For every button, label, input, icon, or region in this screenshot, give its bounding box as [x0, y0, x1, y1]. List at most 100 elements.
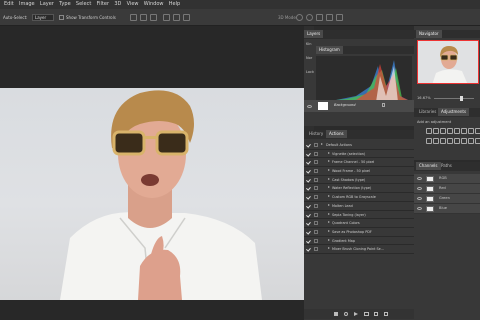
- gradient-map-icon[interactable]: [468, 138, 474, 144]
- dialog-toggle-icon[interactable]: [314, 177, 318, 182]
- trash-icon[interactable]: [384, 312, 388, 316]
- visibility-eye-icon[interactable]: [307, 105, 312, 108]
- 3d-rotate-icon[interactable]: [296, 14, 303, 21]
- action-toggle-checkmark-icon[interactable]: [306, 143, 310, 147]
- action-toggle-checkmark-icon[interactable]: [306, 247, 310, 251]
- expand-arrow-icon[interactable]: [328, 247, 330, 250]
- 3d-scale-icon[interactable]: [336, 14, 343, 21]
- tab-navigator[interactable]: Navigator: [416, 30, 442, 38]
- channel-row[interactable]: Red: [414, 184, 480, 194]
- tab-history[interactable]: History: [306, 130, 326, 138]
- action-row[interactable]: Quadrant Colors: [304, 219, 414, 228]
- action-row[interactable]: Molten Lead: [304, 202, 414, 211]
- action-row[interactable]: Gradient Map: [304, 237, 414, 246]
- tab-paths[interactable]: Paths: [438, 162, 455, 170]
- menu-select[interactable]: Select: [76, 0, 91, 9]
- action-toggle-checkmark-icon[interactable]: [306, 239, 310, 243]
- 3d-roll-icon[interactable]: [306, 14, 313, 21]
- dialog-toggle-icon[interactable]: [314, 186, 318, 191]
- brightness-icon[interactable]: [426, 128, 432, 134]
- exposure-icon[interactable]: [447, 128, 453, 134]
- tab-channels[interactable]: Channels: [416, 162, 441, 170]
- menu-view[interactable]: View: [127, 0, 139, 9]
- action-row[interactable]: Wood Frame - 50 pixel: [304, 167, 414, 176]
- layer-row-background[interactable]: Background: [304, 100, 414, 112]
- dialog-toggle-icon[interactable]: [314, 238, 318, 243]
- hue-sat-icon[interactable]: [461, 128, 467, 134]
- dialog-toggle-icon[interactable]: [314, 212, 318, 217]
- action-set-row[interactable]: Default Actions: [304, 141, 414, 150]
- record-icon[interactable]: [344, 312, 348, 316]
- levels-icon[interactable]: [433, 128, 439, 134]
- action-row[interactable]: Vignette (selection): [304, 150, 414, 159]
- dialog-toggle-icon[interactable]: [314, 195, 318, 200]
- action-row[interactable]: Custom RGB to Grayscale: [304, 193, 414, 202]
- expand-arrow-icon[interactable]: [328, 203, 330, 206]
- action-toggle-checkmark-icon[interactable]: [306, 204, 310, 208]
- expand-arrow-icon[interactable]: [328, 229, 330, 232]
- action-toggle-checkmark-icon[interactable]: [306, 160, 310, 164]
- tab-actions[interactable]: Actions: [326, 130, 347, 138]
- menu-type[interactable]: Type: [59, 0, 70, 9]
- tab-layers[interactable]: Layers: [304, 30, 324, 38]
- align-bottom-icon[interactable]: [150, 14, 157, 21]
- dialog-toggle-icon[interactable]: [314, 151, 318, 156]
- action-row[interactable]: Water Reflection (type): [304, 184, 414, 194]
- document-image[interactable]: [0, 88, 304, 300]
- align-top-icon[interactable]: [130, 14, 137, 21]
- expand-arrow-icon[interactable]: [328, 151, 330, 154]
- align-right-icon[interactable]: [183, 14, 190, 21]
- new-set-icon[interactable]: [364, 312, 369, 316]
- action-toggle-checkmark-icon[interactable]: [306, 152, 310, 156]
- channel-mixer-icon[interactable]: [433, 138, 439, 144]
- visibility-eye-icon[interactable]: [417, 187, 422, 190]
- zoom-slider-handle[interactable]: [460, 96, 463, 101]
- menu-image[interactable]: Image: [19, 0, 35, 9]
- action-row[interactable]: Mixer Brush Cloning Paint Se...: [304, 245, 414, 254]
- action-row[interactable]: Sepia Toning (layer): [304, 211, 414, 220]
- play-icon[interactable]: [354, 312, 358, 316]
- posterize-icon[interactable]: [454, 138, 460, 144]
- curves-icon[interactable]: [440, 128, 446, 134]
- show-transform-checkbox[interactable]: [59, 15, 64, 20]
- expand-arrow-icon[interactable]: [328, 177, 330, 180]
- navigator-preview[interactable]: [417, 40, 479, 84]
- dialog-toggle-icon[interactable]: [314, 143, 318, 147]
- 3d-pan-icon[interactable]: [316, 14, 323, 21]
- expand-arrow-icon[interactable]: [328, 160, 330, 163]
- menu-filter[interactable]: Filter: [97, 0, 109, 9]
- dialog-toggle-icon[interactable]: [314, 247, 318, 252]
- action-toggle-checkmark-icon[interactable]: [306, 169, 310, 173]
- bw-icon[interactable]: [475, 128, 480, 134]
- expand-arrow-icon[interactable]: [321, 143, 323, 145]
- layer-select[interactable]: Layer: [32, 14, 54, 21]
- dialog-toggle-icon[interactable]: [314, 160, 318, 165]
- menu-help[interactable]: Help: [169, 0, 180, 9]
- align-middle-icon[interactable]: [140, 14, 147, 21]
- color-lookup-icon[interactable]: [440, 138, 446, 144]
- channel-row[interactable]: RGB: [414, 174, 480, 184]
- channel-row[interactable]: Blue: [414, 204, 480, 214]
- action-toggle-checkmark-icon[interactable]: [306, 186, 310, 190]
- new-action-icon[interactable]: [374, 312, 378, 316]
- tab-histogram[interactable]: Histogram: [316, 46, 343, 54]
- channel-row[interactable]: Green: [414, 194, 480, 204]
- canvas-area[interactable]: [0, 26, 304, 320]
- visibility-eye-icon[interactable]: [417, 197, 422, 200]
- tab-libraries[interactable]: Libraries: [416, 108, 439, 116]
- dialog-toggle-icon[interactable]: [314, 229, 318, 234]
- zoom-level[interactable]: 16.67%: [417, 96, 431, 100]
- expand-arrow-icon[interactable]: [328, 238, 330, 241]
- selective-color-icon[interactable]: [475, 138, 480, 144]
- color-balance-icon[interactable]: [468, 128, 474, 134]
- expand-arrow-icon[interactable]: [328, 195, 330, 198]
- dialog-toggle-icon[interactable]: [314, 203, 318, 208]
- expand-arrow-icon[interactable]: [328, 212, 330, 215]
- menu-3d[interactable]: 3D: [114, 0, 121, 9]
- action-toggle-checkmark-icon[interactable]: [306, 230, 310, 234]
- dialog-toggle-icon[interactable]: [314, 221, 318, 226]
- vibrance-icon[interactable]: [454, 128, 460, 134]
- action-row[interactable]: Save as Photoshop PDF: [304, 228, 414, 237]
- visibility-eye-icon[interactable]: [417, 207, 422, 210]
- action-toggle-checkmark-icon[interactable]: [306, 213, 310, 217]
